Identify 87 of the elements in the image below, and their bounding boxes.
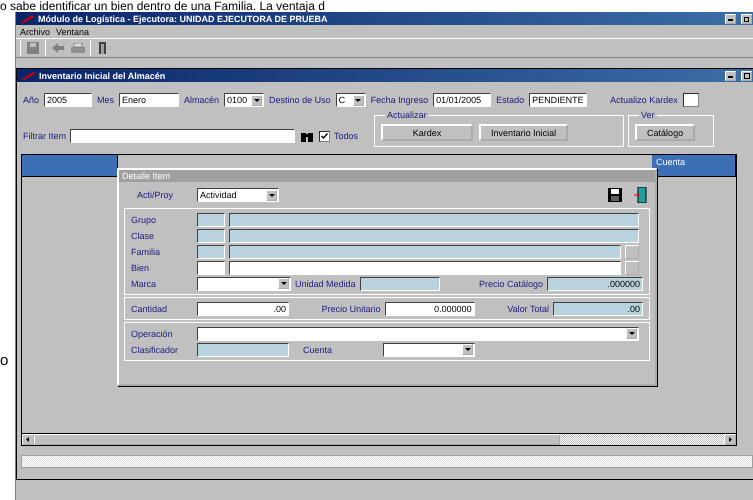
save-icon[interactable]: [607, 187, 623, 203]
field-label: Familia: [131, 246, 162, 256]
dropdown-arrow-icon: [464, 347, 470, 352]
input-field[interactable]: Enero: [119, 93, 180, 107]
dropdown-arrow-icon: [355, 98, 362, 102]
code-field[interactable]: [197, 260, 225, 274]
menu-item[interactable]: Archivo: [20, 26, 50, 36]
minimize-icon: [728, 16, 733, 21]
field-label: Acti/Proy: [137, 190, 174, 200]
input-field[interactable]: 01/01/2005: [433, 93, 492, 107]
left-arrow-icon: [25, 437, 31, 442]
action-button[interactable]: Catálogo: [635, 124, 696, 141]
minimize-icon: [728, 73, 733, 78]
scroll-right-button[interactable]: [724, 434, 736, 445]
input-field[interactable]: PENDIENTE: [529, 93, 588, 107]
field-label: Unidad Medida: [295, 278, 356, 288]
input-field[interactable]: .00: [197, 302, 289, 316]
code-field[interactable]: [197, 228, 225, 242]
code-field[interactable]: [197, 244, 225, 258]
dropdown-field[interactable]: 0100: [224, 93, 264, 107]
field-label: Cuenta: [303, 344, 334, 354]
field-label: Valor Total: [507, 304, 550, 314]
dropdown-arrow-icon: [280, 281, 286, 286]
field-label: Marca: [131, 278, 158, 288]
field-label: Almacén: [184, 95, 220, 105]
dialog-title: Detalle Item: [119, 170, 655, 182]
dropdown-field[interactable]: [383, 342, 475, 356]
dropdown-field[interactable]: [197, 326, 639, 340]
dropdown-arrow-icon: [628, 331, 634, 336]
logo-icon: [21, 72, 35, 80]
description-field[interactable]: [229, 244, 621, 258]
field-label: Actualizo Kardex: [610, 95, 678, 105]
minimize-button[interactable]: [725, 14, 736, 24]
group-title: Ver: [639, 110, 657, 120]
action-button[interactable]: Inventario Inicial: [479, 124, 568, 141]
printer-icon[interactable]: [70, 40, 86, 56]
field-label: Precio Unitario: [322, 304, 381, 314]
restore-icon: [744, 16, 750, 22]
dropdown-field[interactable]: Actividad: [197, 188, 279, 202]
code-field[interactable]: [197, 212, 225, 226]
field-label: Operación: [131, 328, 174, 338]
input-field[interactable]: [197, 342, 289, 356]
field-label: Clasificador: [131, 344, 180, 354]
action-button[interactable]: Kardex: [381, 124, 474, 141]
window-title: Módulo de Logística - Ejecutora: UNIDAD EJECUTORA DE PRUEBA: [38, 14, 329, 24]
maximize-button[interactable]: [741, 70, 752, 80]
checkbox-label: Todos: [334, 131, 358, 141]
input-field[interactable]: .000000: [547, 276, 643, 290]
description-field[interactable]: [229, 228, 639, 242]
right-arrow-icon: [727, 437, 733, 442]
column-header: Cuenta: [652, 155, 736, 177]
checkbox[interactable]: [682, 93, 699, 107]
exit-door-icon[interactable]: [633, 187, 649, 203]
logo-icon: [20, 14, 34, 22]
scrollbar-thumb[interactable]: [34, 434, 560, 445]
field-label: Precio Catálogo: [478, 278, 543, 288]
field-label: Destino de Uso: [269, 95, 331, 105]
input-field[interactable]: 0.000000: [384, 302, 475, 316]
field-label: Clase: [131, 230, 156, 240]
dropdown-field[interactable]: [197, 276, 291, 290]
field-label: Cantidad: [131, 304, 168, 314]
description-field[interactable]: [229, 260, 621, 274]
maximize-icon: [744, 72, 750, 78]
field-label: Estado: [496, 95, 524, 105]
scroll-left-button[interactable]: [22, 434, 34, 445]
input-field[interactable]: [360, 276, 440, 290]
filter-field[interactable]: [70, 129, 296, 143]
dropdown-field[interactable]: C: [336, 93, 366, 107]
input-field[interactable]: 2005: [44, 93, 92, 107]
field-label: Año: [23, 95, 40, 105]
group-title: Actualizar: [385, 110, 429, 120]
minimize-button[interactable]: [725, 70, 736, 80]
dropdown-arrow-icon: [254, 98, 260, 102]
field-label: Bien: [131, 262, 150, 272]
menu-item[interactable]: Ventana: [56, 26, 90, 36]
document-text: o: [0, 352, 8, 369]
field-label: Fecha Ingreso: [370, 95, 428, 105]
field-label: Grupo: [131, 214, 158, 224]
restore-button[interactable]: [741, 14, 752, 24]
input-field[interactable]: .00: [553, 302, 644, 316]
check-icon: [321, 133, 328, 139]
window-title: Inventario Inicial del Almacén: [39, 70, 166, 80]
description-field[interactable]: [229, 212, 639, 226]
checkbox[interactable]: [319, 130, 330, 142]
field-label: Filtrar Item: [23, 131, 66, 141]
dropdown-arrow-icon: [268, 192, 274, 198]
field-label: Mes: [97, 95, 114, 105]
